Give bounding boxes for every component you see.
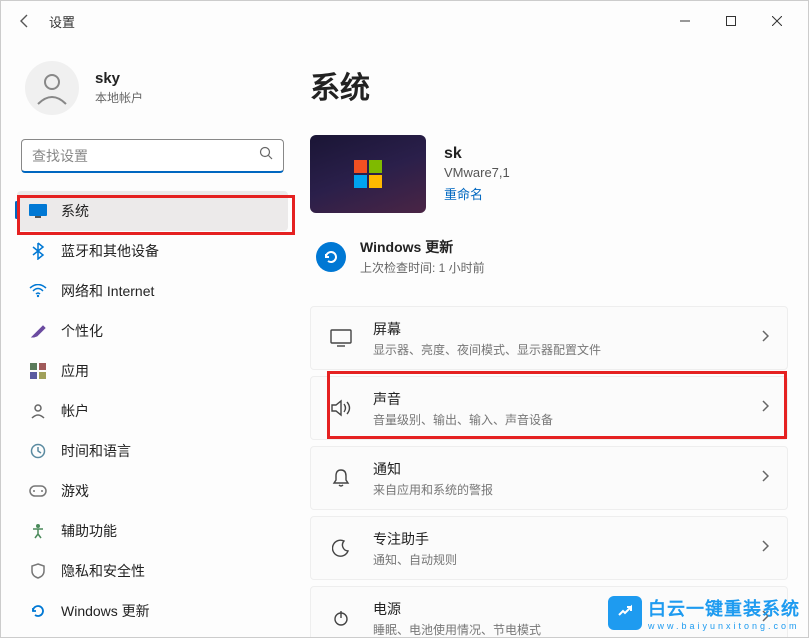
avatar bbox=[25, 61, 79, 115]
page-title: 系统 bbox=[310, 63, 788, 107]
nav-label: 游戏 bbox=[61, 481, 89, 501]
watermark-url: www.baiyunxitong.com bbox=[648, 621, 800, 631]
watermark-text: 白云一键重装系统 bbox=[648, 599, 800, 619]
clock-icon bbox=[29, 442, 47, 460]
device-info[interactable]: sk VMware7,1 重命名 bbox=[310, 135, 788, 213]
nav-label: 网络和 Internet bbox=[61, 281, 154, 301]
nav-time[interactable]: 时间和语言 bbox=[17, 431, 288, 471]
device-name: sk bbox=[444, 145, 510, 163]
minimize-button[interactable] bbox=[662, 5, 708, 37]
update-icon bbox=[29, 602, 47, 620]
windows-logo-icon bbox=[354, 160, 382, 188]
chevron-right-icon bbox=[761, 329, 769, 347]
back-button[interactable] bbox=[9, 5, 41, 37]
search-icon bbox=[259, 146, 273, 165]
accessibility-icon bbox=[29, 522, 47, 540]
chevron-right-icon bbox=[761, 399, 769, 417]
system-icon bbox=[29, 202, 47, 220]
nav-windows-update[interactable]: Windows 更新 bbox=[17, 591, 288, 631]
search-input[interactable] bbox=[32, 148, 259, 164]
setting-sound[interactable]: 声音 音量级别、输出、输入、声音设备 bbox=[310, 376, 788, 440]
chevron-right-icon bbox=[761, 469, 769, 487]
display-icon bbox=[329, 329, 353, 347]
setting-subtitle: 来自应用和系统的警报 bbox=[373, 481, 493, 498]
bluetooth-icon bbox=[29, 242, 47, 260]
setting-focus[interactable]: 专注助手 通知、自动规则 bbox=[310, 516, 788, 580]
device-thumbnail bbox=[310, 135, 426, 213]
rename-link[interactable]: 重命名 bbox=[444, 184, 510, 203]
close-button[interactable] bbox=[754, 5, 800, 37]
wifi-icon bbox=[29, 282, 47, 300]
nav-gaming[interactable]: 游戏 bbox=[17, 471, 288, 511]
update-subtitle: 上次检查时间: 1 小时前 bbox=[360, 259, 485, 276]
setting-title: 电源 bbox=[373, 599, 541, 619]
apps-icon bbox=[29, 362, 47, 380]
sync-icon bbox=[316, 242, 346, 272]
nav-privacy[interactable]: 隐私和安全性 bbox=[17, 551, 288, 591]
chevron-right-icon bbox=[761, 539, 769, 557]
nav-label: 时间和语言 bbox=[61, 441, 131, 461]
setting-display[interactable]: 屏幕 显示器、亮度、夜间模式、显示器配置文件 bbox=[310, 306, 788, 370]
nav-label: 蓝牙和其他设备 bbox=[61, 241, 159, 261]
nav-system[interactable]: 系统 bbox=[17, 191, 288, 231]
device-model: VMware7,1 bbox=[444, 165, 510, 180]
user-name: sky bbox=[95, 70, 143, 87]
setting-title: 专注助手 bbox=[373, 529, 457, 549]
power-icon bbox=[329, 609, 353, 627]
setting-title: 屏幕 bbox=[373, 319, 601, 339]
nav-apps[interactable]: 应用 bbox=[17, 351, 288, 391]
sound-icon bbox=[329, 399, 353, 417]
shield-icon bbox=[29, 562, 47, 580]
setting-title: 声音 bbox=[373, 389, 553, 409]
user-profile[interactable]: sky 本地帐户 bbox=[17, 49, 296, 135]
brush-icon bbox=[29, 322, 47, 340]
watermark: 白云一键重装系统 www.baiyunxitong.com bbox=[608, 595, 800, 631]
nav-label: 隐私和安全性 bbox=[61, 561, 145, 581]
nav-label: Windows 更新 bbox=[61, 601, 150, 621]
setting-title: 通知 bbox=[373, 459, 493, 479]
nav-label: 辅助功能 bbox=[61, 521, 117, 541]
app-title: 设置 bbox=[49, 12, 75, 31]
nav-accounts[interactable]: 帐户 bbox=[17, 391, 288, 431]
nav-label: 个性化 bbox=[61, 321, 103, 341]
gaming-icon bbox=[29, 482, 47, 500]
update-title: Windows 更新 bbox=[360, 237, 485, 257]
setting-subtitle: 通知、自动规则 bbox=[373, 551, 457, 568]
maximize-button[interactable] bbox=[708, 5, 754, 37]
nav-personalization[interactable]: 个性化 bbox=[17, 311, 288, 351]
moon-icon bbox=[329, 539, 353, 557]
windows-update-status[interactable]: Windows 更新 上次检查时间: 1 小时前 bbox=[316, 237, 788, 276]
setting-notifications[interactable]: 通知 来自应用和系统的警报 bbox=[310, 446, 788, 510]
nav-label: 应用 bbox=[61, 361, 89, 381]
nav-label: 系统 bbox=[61, 201, 89, 221]
nav-bluetooth[interactable]: 蓝牙和其他设备 bbox=[17, 231, 288, 271]
bell-icon bbox=[329, 468, 353, 488]
watermark-logo-icon bbox=[608, 596, 642, 630]
setting-subtitle: 显示器、亮度、夜间模式、显示器配置文件 bbox=[373, 341, 601, 358]
setting-subtitle: 睡眠、电池使用情况、节电模式 bbox=[373, 621, 541, 638]
nav-label: 帐户 bbox=[61, 401, 89, 421]
user-type: 本地帐户 bbox=[95, 89, 143, 106]
nav-accessibility[interactable]: 辅助功能 bbox=[17, 511, 288, 551]
setting-subtitle: 音量级别、输出、输入、声音设备 bbox=[373, 411, 553, 428]
account-icon bbox=[29, 402, 47, 420]
search-box[interactable] bbox=[21, 139, 284, 173]
nav-network[interactable]: 网络和 Internet bbox=[17, 271, 288, 311]
